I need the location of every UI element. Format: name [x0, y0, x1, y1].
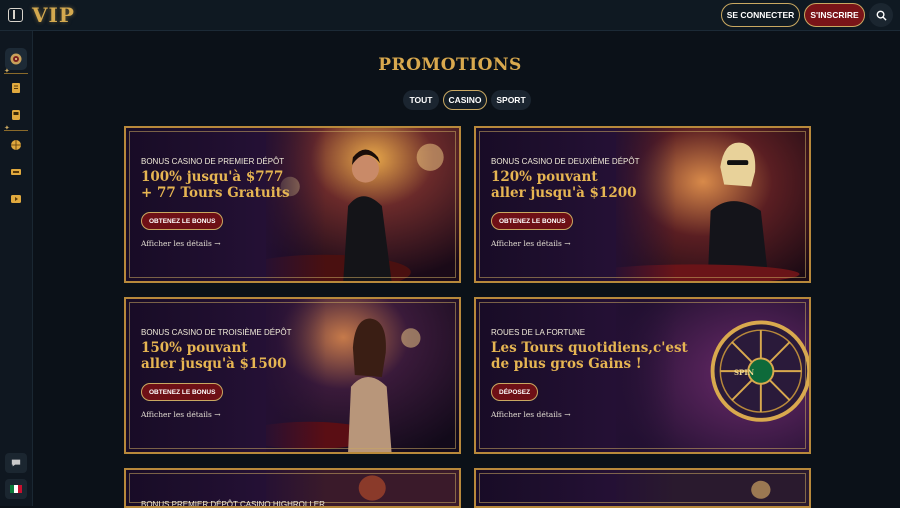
promo-headline: Les Tours quotidiens,c'est de plus gros …: [491, 340, 701, 372]
vip-logo[interactable]: VIP: [32, 3, 75, 27]
sidebar-item-notes[interactable]: [9, 81, 23, 95]
page-title: PROMOTIONS: [378, 55, 522, 75]
video-icon: [11, 195, 21, 203]
show-details-link[interactable]: Afficher les détails →: [491, 239, 571, 248]
promo-headline: 150% pouvant aller jusqu'à $1500: [141, 340, 341, 372]
promo-headline-line: 120% pouvant: [491, 169, 598, 185]
promo-headline-line: 100% jusqu'à $777: [141, 169, 284, 185]
signup-button[interactable]: S'INSCRIRE: [804, 3, 865, 27]
get-bonus-button[interactable]: OBTENEZ LE BONUS: [141, 212, 224, 230]
sidebar-item-video[interactable]: [9, 192, 23, 206]
top-bar: VIP SE CONNECTER S'INSCRIRE: [0, 0, 900, 31]
sidebar-toggle-icon[interactable]: [8, 8, 23, 22]
sidebar-item-chat[interactable]: [5, 453, 27, 473]
promo-kicker: BONUS CASINO DE PREMIER DÉPÔT: [141, 157, 285, 166]
get-bonus-button[interactable]: OBTENEZ LE BONUS: [141, 383, 224, 401]
tab-sport[interactable]: SPORT: [491, 90, 531, 110]
promo-kicker: BONUS CASINO DE TROISIÈME DÉPÔT: [141, 328, 292, 337]
promo-headline: 120% pouvant aller jusqu'à $1200: [491, 169, 691, 201]
promo-headline: 100% jusqu'à $777 + 77 Tours Gratuits: [141, 169, 341, 201]
promo-card[interactable]: BONUS CASINO DE TROISIÈME DÉPÔT 150% pou…: [124, 297, 461, 454]
deposit-button[interactable]: DÉPOSEZ: [491, 383, 539, 401]
tab-casino[interactable]: CASINO: [443, 90, 487, 110]
sidebar: [0, 31, 33, 506]
promo-headline-line: aller jusqu'à $1500: [141, 356, 287, 372]
promo-headline-line: aller jusqu'à $1200: [491, 185, 637, 201]
live-icon: [11, 169, 21, 175]
search-icon: [876, 10, 887, 21]
login-button[interactable]: SE CONNECTER: [721, 3, 800, 27]
show-details-link[interactable]: Afficher les détails →: [141, 410, 221, 419]
mexico-flag-icon: [10, 485, 22, 493]
search-button[interactable]: [869, 3, 893, 27]
sidebar-item-language[interactable]: [5, 479, 27, 499]
show-details-link[interactable]: Afficher les détails →: [491, 410, 571, 419]
promo-card[interactable]: BONUS CASINO DE DEUXIÈME DÉPÔT 120% pouv…: [474, 126, 811, 283]
promo-headline-line: 150% pouvant: [141, 340, 248, 356]
promo-headline-line: de plus gros Gains !: [491, 356, 642, 372]
promo-card[interactable]: SPIN ROUES DE LA FORTUNE Les Tours quoti…: [474, 297, 811, 454]
sidebar-item-sport[interactable]: [9, 138, 23, 152]
sidebar-item-live[interactable]: [9, 165, 23, 179]
promo-kicker: BONUS CASINO DE DEUXIÈME DÉPÔT: [491, 157, 640, 166]
sidebar-item-slots[interactable]: [9, 108, 23, 122]
show-details-link[interactable]: Afficher les détails →: [141, 239, 221, 248]
promo-headline-line: + 77 Tours Gratuits: [141, 185, 290, 201]
tab-tout[interactable]: TOUT: [403, 90, 439, 110]
promo-card[interactable]: BONUS CASINO DE PREMIER DÉPÔT 100% jusqu…: [124, 126, 461, 283]
promo-card[interactable]: [474, 468, 811, 508]
promo-card[interactable]: BONUS PREMIER DÉPÔT CASINO HIGHROLLER: [124, 468, 461, 508]
sidebar-divider: [4, 124, 28, 132]
promo-kicker: BONUS PREMIER DÉPÔT CASINO HIGHROLLER: [141, 500, 325, 508]
notes-icon: [12, 83, 20, 93]
chat-icon: [11, 459, 21, 467]
promo-headline-line: Les Tours quotidiens,c'est: [491, 340, 688, 356]
promo-kicker: ROUES DE LA FORTUNE: [491, 328, 586, 337]
basketball-icon: [11, 140, 21, 150]
slot-machine-icon: [12, 110, 20, 120]
wheel-spin-label: SPIN: [734, 368, 754, 377]
get-bonus-button[interactable]: OBTENEZ LE BONUS: [491, 212, 574, 230]
promo-overlay: [476, 470, 676, 506]
